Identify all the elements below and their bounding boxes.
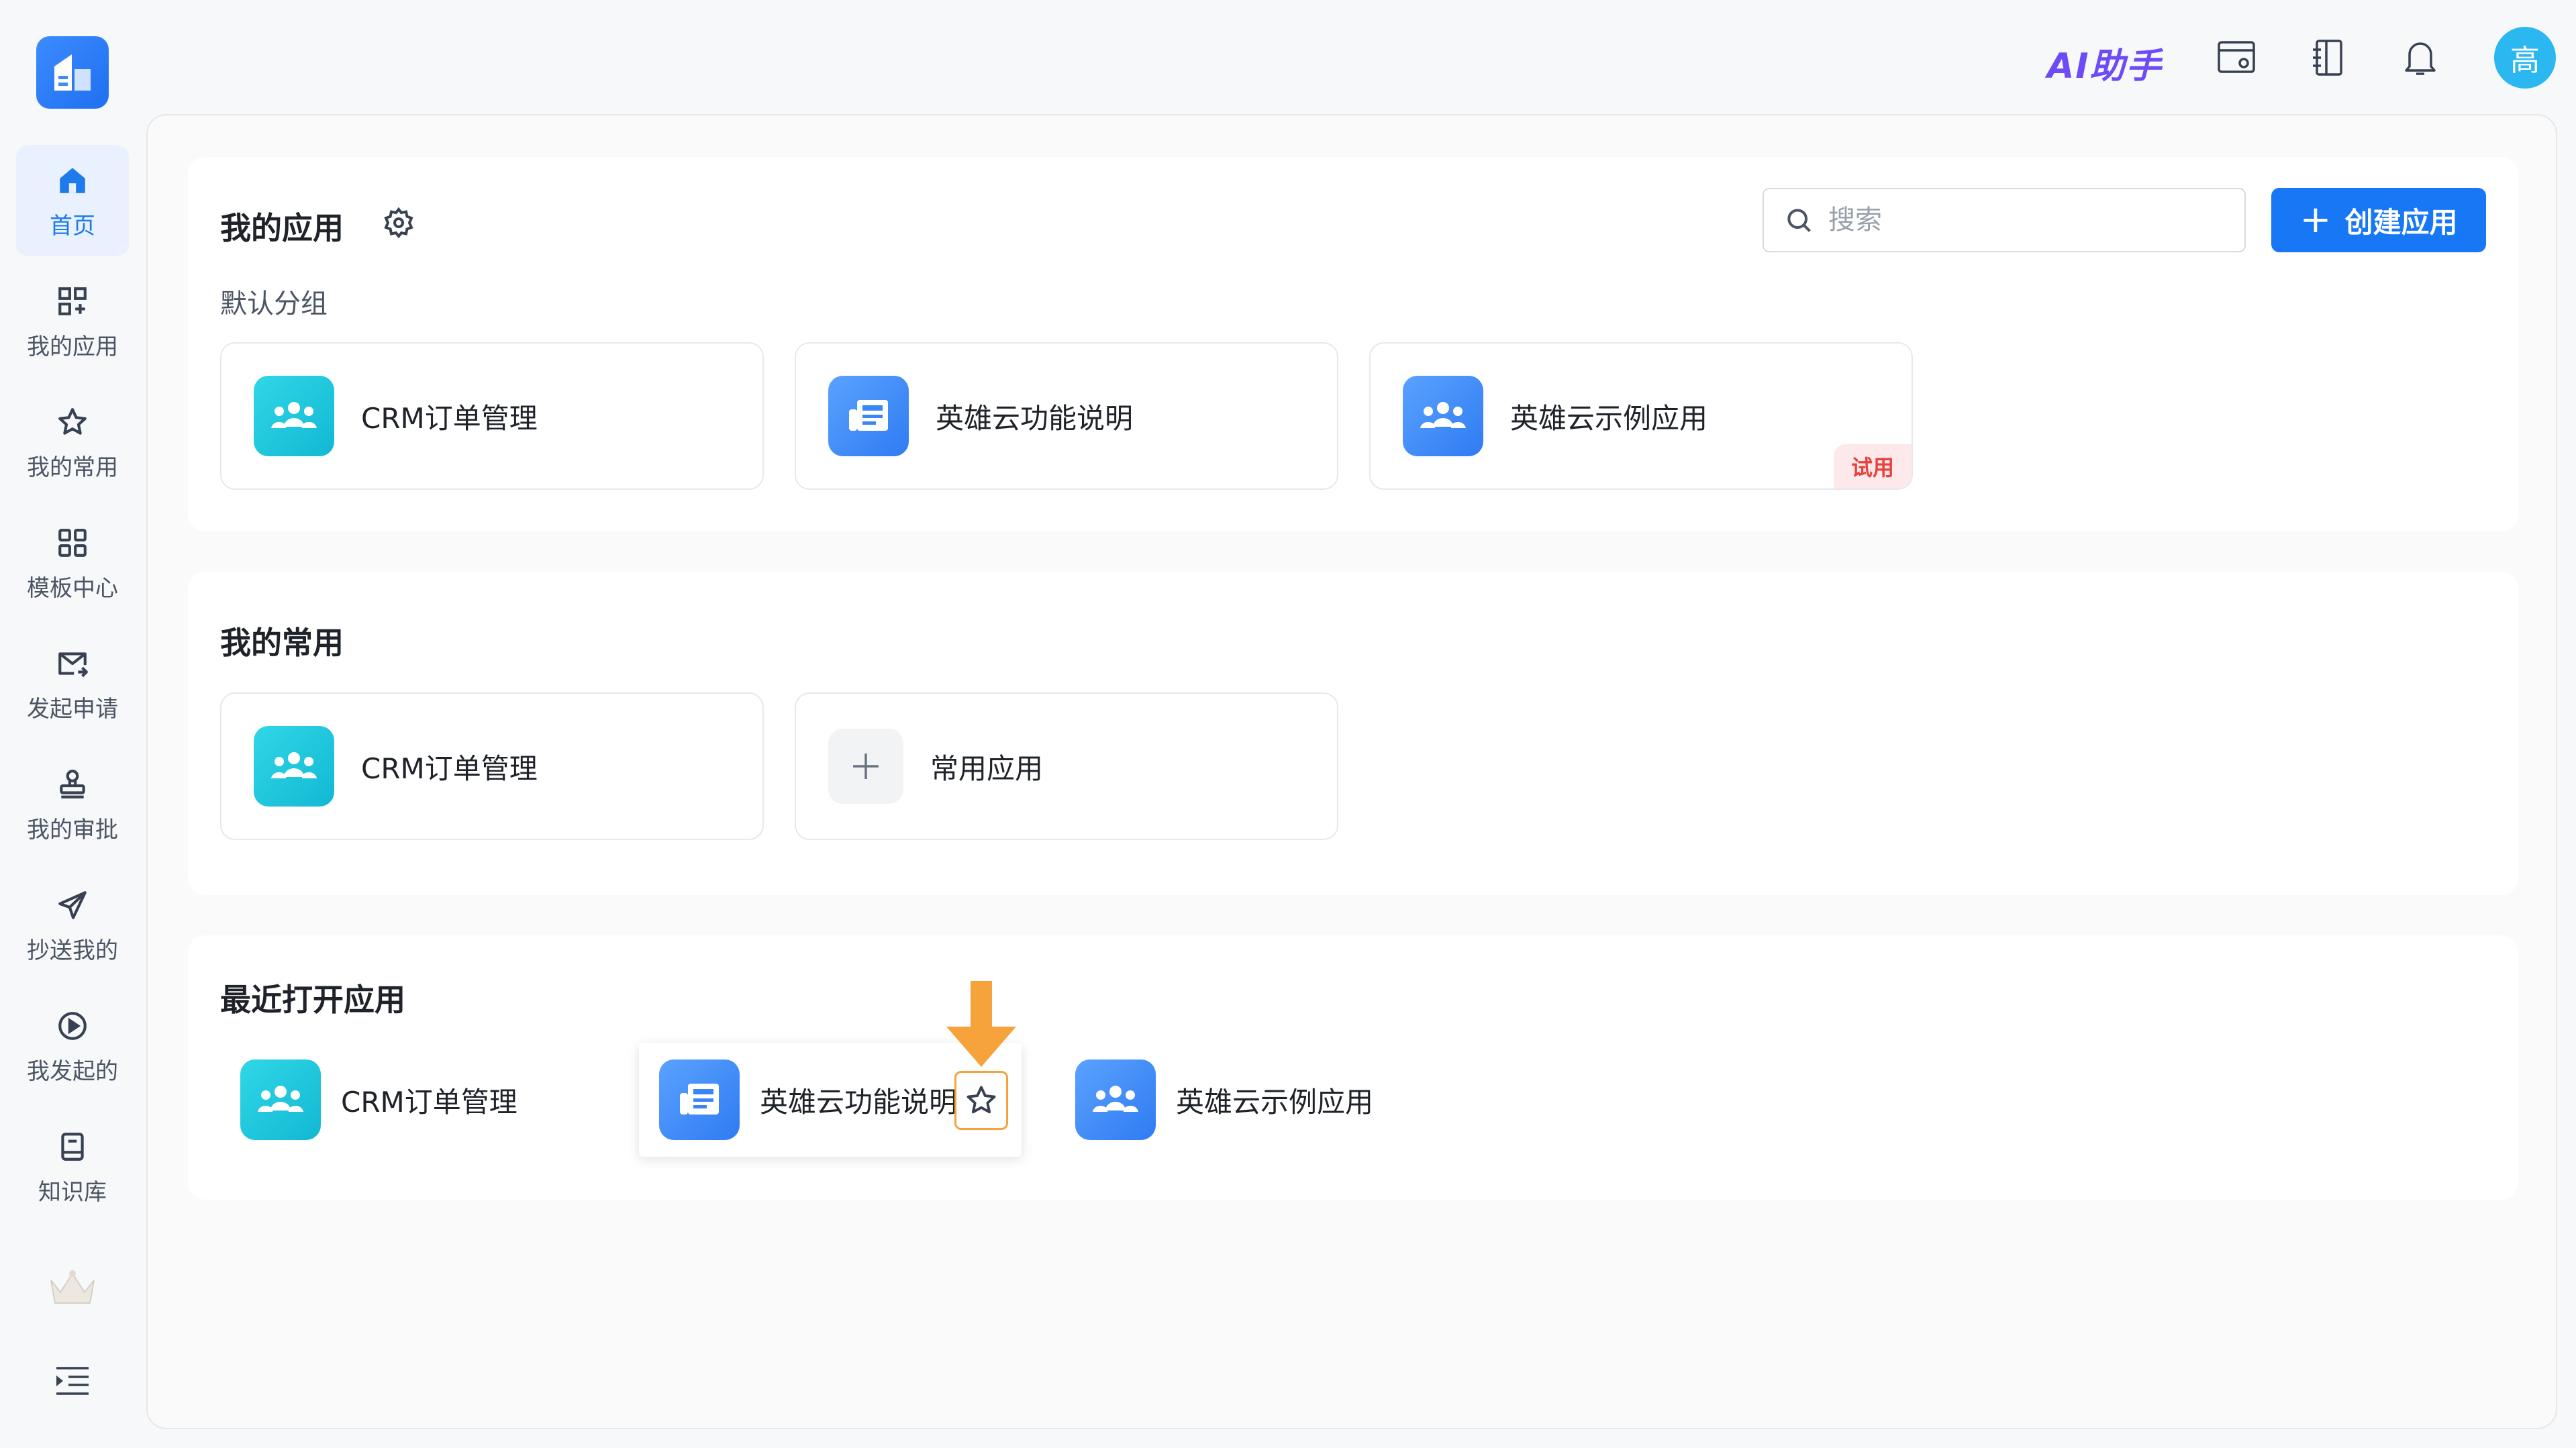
team-icon	[254, 376, 334, 456]
sidebar-item-label: 我发起的	[27, 1057, 118, 1085]
sidebar-item-label: 我的常用	[27, 454, 118, 481]
create-app-button[interactable]: + 创建应用	[2271, 188, 2486, 252]
plus-icon	[828, 729, 903, 804]
user-avatar[interactable]: 高	[2494, 27, 2556, 89]
crown-icon[interactable]	[47, 1268, 98, 1308]
search-box[interactable]	[1763, 188, 2246, 252]
sidebar-item-my-apps[interactable]: 我的应用	[16, 266, 129, 377]
star-icon	[54, 403, 91, 441]
grid-plus-icon	[54, 282, 91, 320]
sidebar-item-cc-to-me[interactable]: 抄送我的	[16, 870, 129, 981]
stamp-icon	[54, 766, 91, 803]
sidebar-item-knowledge-base[interactable]: 知识库	[16, 1111, 129, 1223]
recent-item-label: CRM订单管理	[341, 1085, 517, 1119]
paper-plane-icon	[54, 886, 91, 924]
plus-icon: +	[2299, 198, 2332, 242]
group-label: 默认分组	[220, 289, 328, 319]
logo-icon	[54, 54, 91, 91]
notebook-icon[interactable]	[2308, 38, 2348, 78]
ai-assistant-button[interactable]: AI助手	[2047, 38, 2163, 88]
sidebar-item-label: 发起申请	[27, 695, 118, 723]
team-icon	[1403, 376, 1483, 456]
main-content: 我的应用 + 创建应用 默认分组 CRM订单管理 英雄云功能说明	[146, 114, 2557, 1429]
app-card-crm[interactable]: CRM订单管理	[220, 342, 764, 490]
frequent-panel: 我的常用 CRM订单管理 常用应用	[188, 572, 2518, 895]
recent-item-demo-app[interactable]: 英雄云示例应用	[1075, 1043, 1451, 1157]
search-icon	[1787, 209, 1811, 232]
app-card-label: 常用应用	[930, 752, 1044, 785]
play-circle-icon	[54, 1007, 91, 1045]
browser-settings-icon[interactable]	[2216, 38, 2257, 78]
news-icon	[828, 376, 909, 456]
sidebar-item-label: 抄送我的	[27, 937, 118, 964]
add-frequent-app-card[interactable]: 常用应用	[795, 692, 1338, 840]
search-input[interactable]	[1828, 205, 2204, 236]
recent-item-label: 英雄云示例应用	[1176, 1085, 1374, 1119]
favorite-star-button[interactable]	[954, 1071, 1008, 1130]
app-logo[interactable]	[36, 36, 109, 109]
team-icon	[254, 726, 334, 807]
bell-icon[interactable]	[2400, 38, 2440, 78]
star-icon	[967, 1086, 996, 1114]
recent-panel: 最近打开应用 CRM订单管理 英雄云功能说明 英雄云示例应用	[188, 935, 2518, 1200]
frequent-title: 我的常用	[220, 625, 344, 661]
sidebar-item-label: 模板中心	[27, 574, 118, 602]
recent-item-crm[interactable]: CRM订单管理	[240, 1043, 589, 1157]
sidebar-item-template-center[interactable]: 模板中心	[16, 507, 129, 619]
news-icon	[659, 1059, 740, 1140]
book-icon	[54, 1128, 91, 1166]
sidebar-item-initiated-by-me[interactable]: 我发起的	[16, 990, 129, 1102]
app-card-demo-app[interactable]: 英雄云示例应用 试用	[1369, 342, 1913, 490]
frequent-card-crm[interactable]: CRM订单管理	[220, 692, 764, 840]
app-card-label: 英雄云示例应用	[1510, 401, 1708, 435]
app-card-label: CRM订单管理	[361, 401, 538, 435]
home-icon	[54, 162, 91, 199]
recent-title: 最近打开应用	[220, 982, 405, 1018]
collapse-menu-icon[interactable]	[55, 1365, 90, 1396]
sidebar-item-label: 首页	[50, 212, 95, 240]
team-icon	[240, 1059, 321, 1140]
sidebar-item-my-frequent[interactable]: 我的常用	[16, 386, 129, 498]
app-card-label: CRM订单管理	[361, 752, 538, 785]
sidebar-item-home[interactable]: 首页	[16, 145, 129, 256]
sidebar-item-label: 我的审批	[27, 816, 118, 843]
app-card-feature-guide[interactable]: 英雄云功能说明	[795, 342, 1338, 490]
my-apps-panel: 我的应用 + 创建应用 默认分组 CRM订单管理 英雄云功能说明	[188, 157, 2518, 531]
sidebar-item-label: 我的应用	[27, 333, 118, 360]
app-card-label: 英雄云功能说明	[936, 401, 1134, 435]
sidebar-item-my-approvals[interactable]: 我的审批	[16, 749, 129, 860]
sidebar-item-label: 知识库	[38, 1178, 107, 1206]
mail-send-icon	[54, 645, 91, 682]
trial-badge: 试用	[1834, 444, 1912, 488]
team-icon	[1075, 1059, 1156, 1140]
highlight-arrow-icon	[946, 981, 1016, 1067]
create-app-label: 创建应用	[2344, 205, 2458, 239]
my-apps-title: 我的应用	[220, 210, 344, 246]
template-grid-icon	[54, 524, 91, 562]
recent-item-label: 英雄云功能说明	[760, 1085, 958, 1119]
sidebar-item-initiate-request[interactable]: 发起申请	[16, 628, 129, 739]
gear-icon[interactable]	[383, 207, 415, 239]
